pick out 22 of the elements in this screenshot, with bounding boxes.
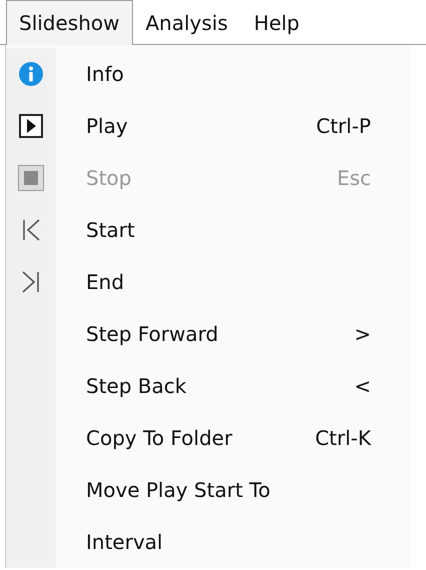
menu-item[interactable]: Interval bbox=[6, 516, 411, 568]
stop-icon bbox=[18, 165, 44, 191]
menu-title[interactable]: Help bbox=[240, 0, 313, 45]
menu-item[interactable]: Play Ctrl-P bbox=[6, 100, 411, 152]
menu-title[interactable]: Analysis bbox=[132, 0, 241, 45]
shortcut-text: > bbox=[353, 322, 371, 346]
shortcut-text: < bbox=[353, 374, 371, 398]
menu-item[interactable]: Move Play Start To bbox=[6, 464, 411, 516]
menu-item[interactable]: Step Forward > bbox=[6, 308, 411, 360]
shortcut-text: Ctrl-K bbox=[314, 426, 371, 450]
skip-end-icon bbox=[21, 270, 41, 294]
play-icon bbox=[19, 114, 43, 138]
shortcut-text: Esc bbox=[336, 166, 371, 190]
menu-item[interactable]: Copy To Folder Ctrl-K bbox=[6, 412, 411, 464]
menu-item[interactable]: Start bbox=[6, 204, 411, 256]
menu-item[interactable]: Info bbox=[6, 48, 411, 100]
menu-item[interactable]: Step Back < bbox=[6, 360, 411, 412]
menu-title[interactable]: Slideshow bbox=[6, 0, 132, 45]
menu-item[interactable]: End bbox=[6, 256, 411, 308]
shortcut-text: Ctrl-P bbox=[315, 114, 371, 138]
info-icon bbox=[19, 62, 43, 86]
skip-start-icon bbox=[21, 218, 41, 242]
